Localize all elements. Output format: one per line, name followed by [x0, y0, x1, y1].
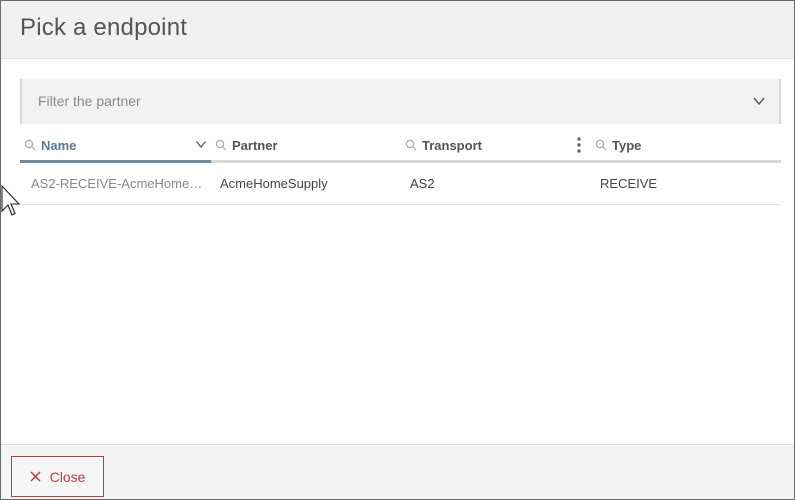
search-icon[interactable] [215, 139, 227, 151]
dialog-footer: Close [1, 444, 794, 499]
endpoint-picker-dialog: Pick a endpoint Filter the partner Name … [0, 0, 795, 500]
table-row[interactable]: AS2-RECEIVE-AcmeHomeSupply AcmeHomeSuppl… [20, 164, 781, 205]
close-button-label: Close [49, 468, 86, 485]
column-label-partner: Partner [232, 137, 278, 153]
chevron-down-icon[interactable] [195, 138, 207, 150]
column-label-type: Type [612, 137, 642, 153]
cell-name: AS2-RECEIVE-AcmeHomeSupply [31, 176, 206, 191]
column-header-partner[interactable]: Partner [215, 127, 400, 163]
column-header-name[interactable]: Name [24, 127, 210, 163]
partner-filter-input[interactable]: Filter the partner [38, 79, 718, 124]
column-label-name: Name [41, 137, 77, 153]
cell-type: RECEIVE [600, 176, 658, 191]
search-icon[interactable] [595, 139, 607, 151]
column-header-type[interactable]: Type [595, 127, 775, 163]
dialog-title: Pick a endpoint [20, 14, 188, 41]
cell-partner: AcmeHomeSupply [220, 176, 328, 191]
search-icon[interactable] [24, 139, 36, 151]
search-icon[interactable] [405, 139, 417, 151]
partner-filter-dropdown[interactable]: Filter the partner [20, 79, 781, 124]
chevron-down-icon[interactable] [751, 93, 767, 109]
close-button[interactable]: Close [11, 456, 104, 497]
column-header-transport[interactable]: Transport [405, 127, 585, 163]
close-icon [30, 471, 41, 482]
kebab-icon[interactable] [576, 136, 582, 154]
dialog-header: Pick a endpoint [1, 1, 794, 59]
grid-header: Name Partner Transport Type [20, 127, 781, 163]
column-label-transport: Transport [422, 137, 482, 153]
mouse-cursor-icon [1, 185, 21, 216]
cell-transport: AS2 [410, 176, 435, 191]
active-column-indicator [20, 160, 211, 163]
